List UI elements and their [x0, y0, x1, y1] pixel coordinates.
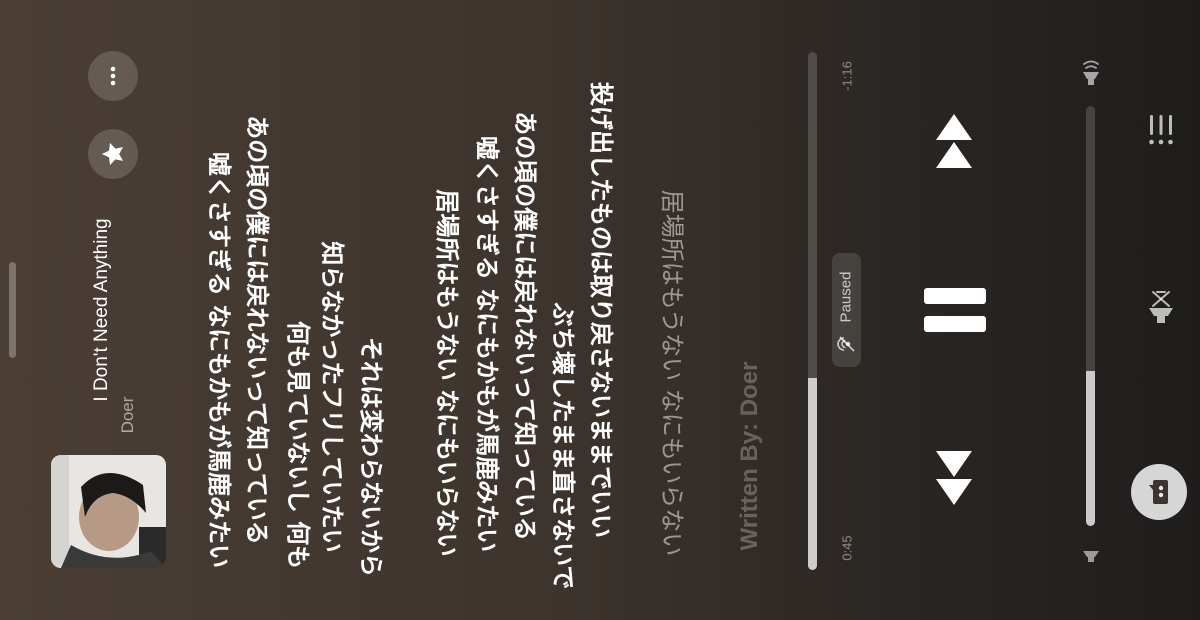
artist-name[interactable]: Doer — [118, 397, 138, 434]
songwriter-credit: Written By: Doer — [736, 361, 763, 551]
paused-label: Paused — [837, 271, 855, 323]
lyrics-quote-icon — [1149, 480, 1168, 504]
lyric-line[interactable]: 居場所はもうない なにもいらない — [433, 189, 461, 556]
no-broadcast-icon — [837, 336, 855, 352]
progress-scrubber[interactable] — [808, 52, 817, 570]
lyric-line[interactable]: 投げ出したものは取り戻さないままでいい — [587, 82, 615, 538]
song-title[interactable]: I Don't Need Anything — [91, 218, 113, 401]
favorite-button[interactable] — [88, 129, 138, 179]
backward-icon — [936, 451, 972, 505]
airplay-button[interactable] — [1144, 286, 1178, 326]
more-options-button[interactable] — [88, 51, 138, 101]
pause-icon — [924, 288, 986, 332]
remaining-time: -1:16 — [839, 61, 855, 91]
lyric-line[interactable]: 嘘くさすぎる なにもかもが馬鹿みたい — [473, 136, 501, 552]
speaker-low-icon — [1083, 551, 1099, 562]
lyric-line[interactable]: 何も見ていないし 何も — [284, 321, 312, 569]
volume-low-indicator — [1078, 544, 1104, 568]
album-artwork[interactable] — [51, 455, 166, 568]
queue-button[interactable] — [1146, 112, 1176, 148]
progress-fill — [808, 378, 817, 570]
airplay-icon — [1149, 291, 1173, 323]
lyric-line[interactable]: あの頃の僕には戻れないって知っている — [243, 115, 271, 545]
lyric-line[interactable]: あの頃の僕には戻れないって知っている — [511, 111, 539, 541]
lyric-line[interactable]: 嘘くさすぎる なにもかもが馬鹿みたい — [205, 152, 233, 568]
ellipsis-icon — [110, 66, 116, 86]
lyric-line[interactable]: 知らなかったフリしていたい — [318, 241, 346, 552]
star-icon — [101, 142, 124, 166]
lyric-line[interactable]: ぶち壊したまま直さないで — [549, 303, 577, 590]
lyric-line-upcoming[interactable]: 居場所はもうない なにもいらない — [658, 190, 686, 556]
sheet-grabber[interactable] — [9, 262, 16, 358]
lyrics-button[interactable] — [1131, 464, 1187, 520]
previous-track-button[interactable] — [926, 445, 982, 511]
album-artwork-image — [51, 455, 166, 568]
paused-badge: Paused — [832, 253, 861, 367]
volume-high-indicator — [1076, 58, 1106, 90]
speaker-high-icon — [1083, 60, 1099, 85]
volume-fill — [1086, 370, 1095, 526]
queue-list-icon — [1149, 115, 1173, 145]
volume-slider[interactable] — [1086, 106, 1095, 526]
pause-button[interactable] — [922, 282, 988, 338]
forward-icon — [936, 114, 972, 168]
elapsed-time: 0:45 — [839, 535, 855, 561]
next-track-button[interactable] — [926, 108, 982, 174]
lyric-line[interactable]: それは変わらないから — [357, 337, 385, 577]
